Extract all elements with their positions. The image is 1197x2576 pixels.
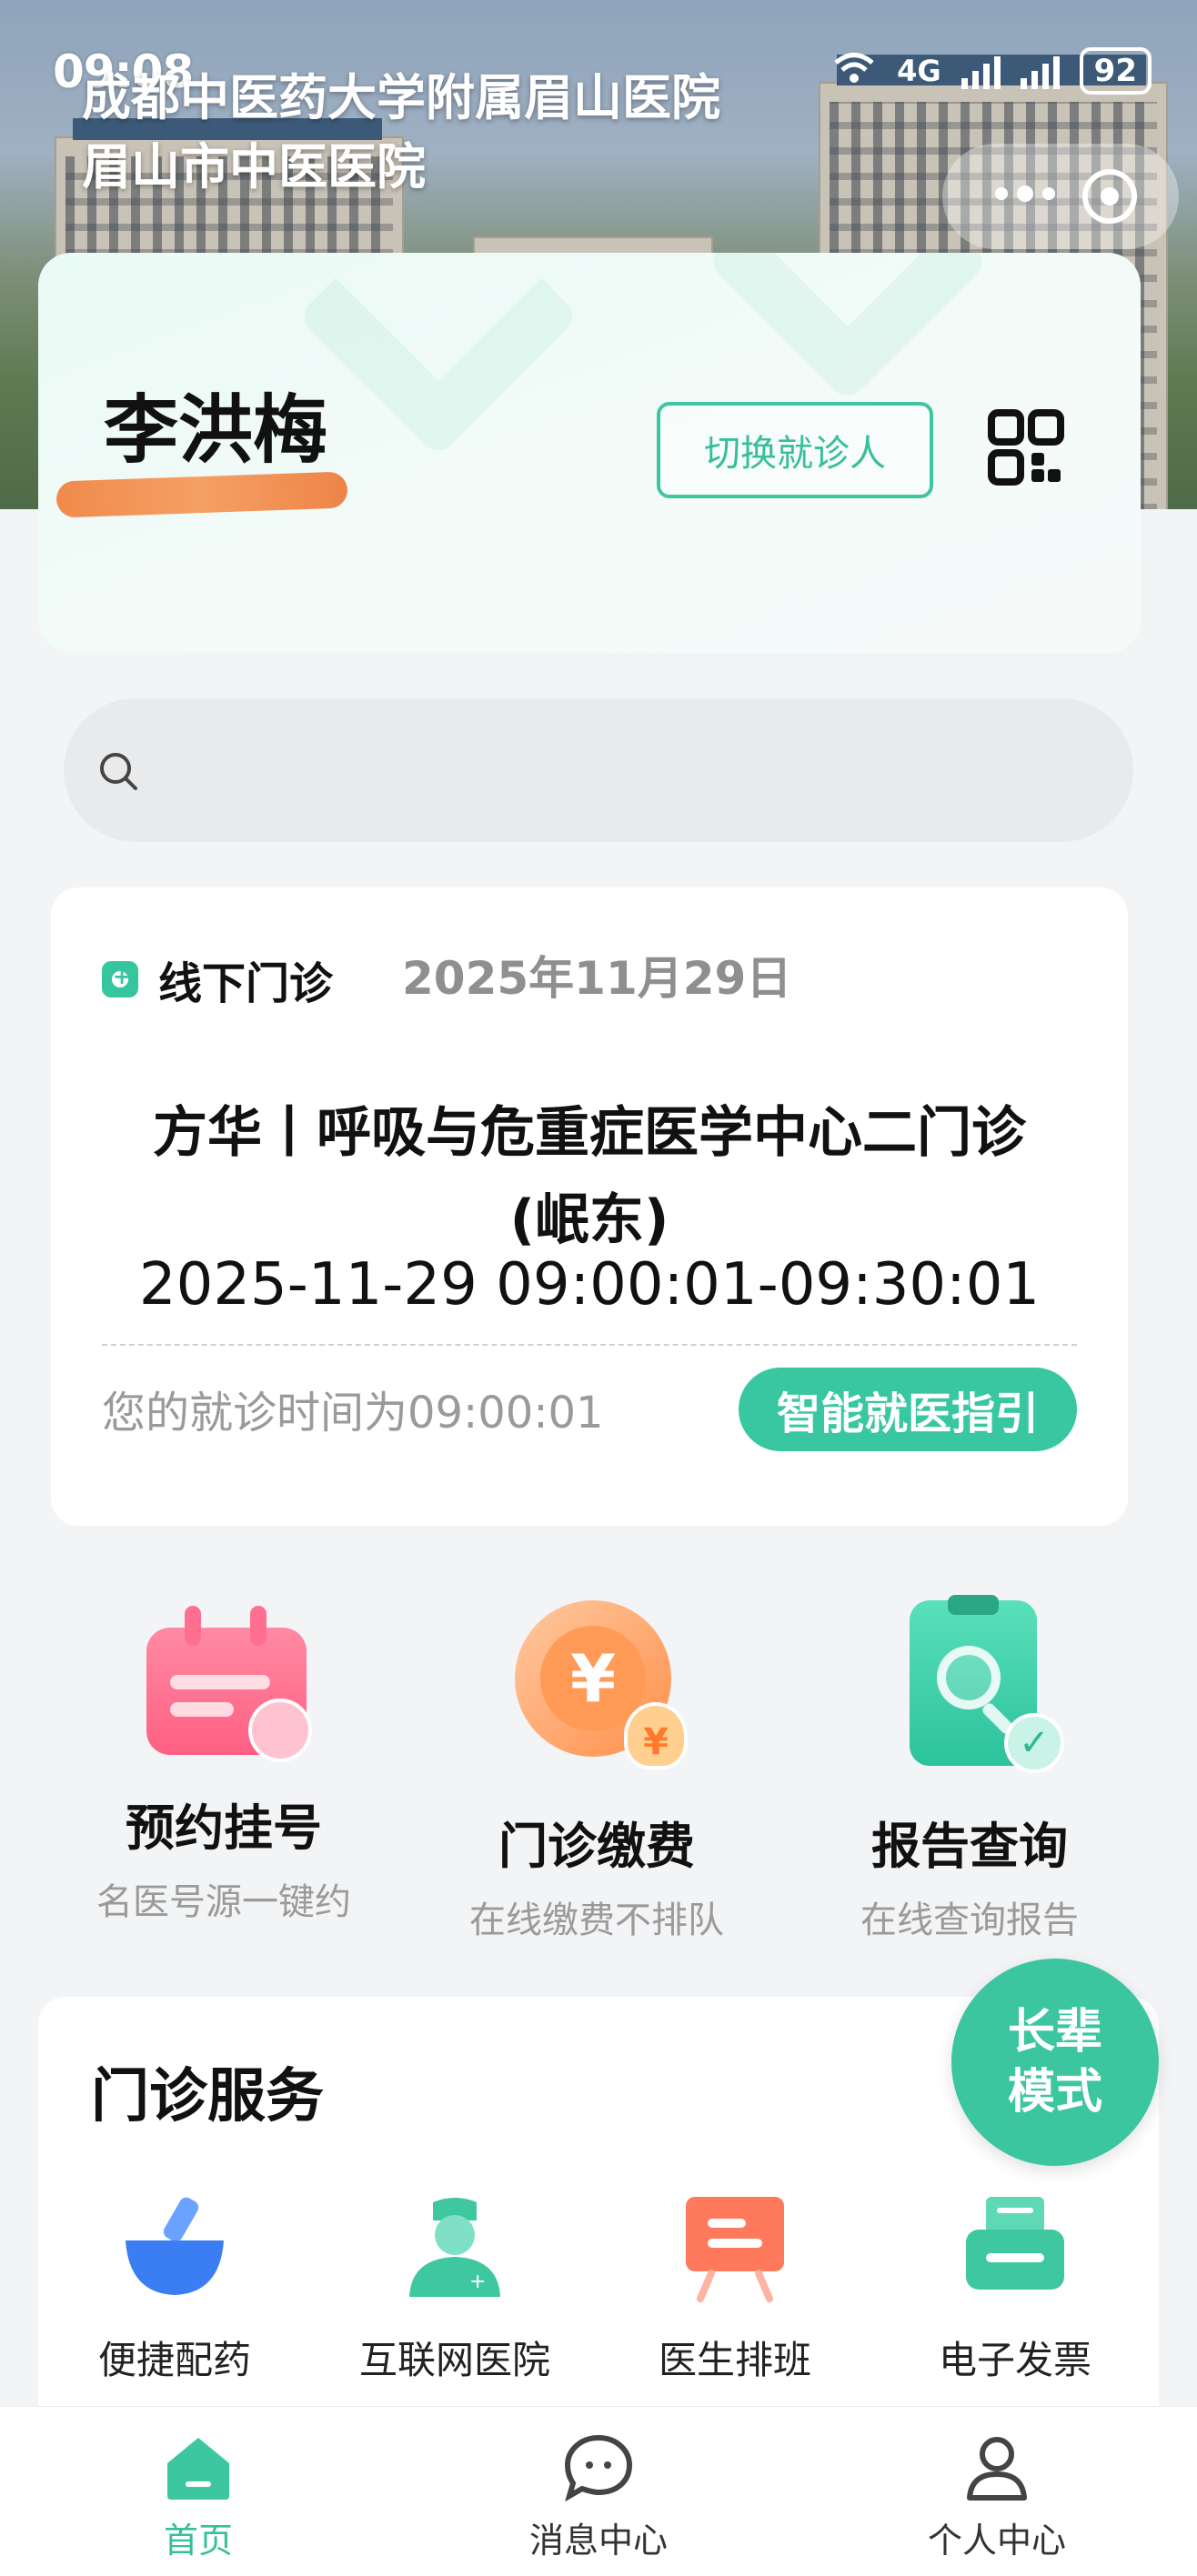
appointment-time-range: 2025-11-29 09:00:01-09:30:01 [138, 1251, 1041, 1318]
visit-time-note: 您的就诊时间为09:00:01 [102, 1388, 604, 1438]
patient-name: 李洪梅 [104, 387, 328, 474]
bottom-tab-bar: 首页 消息中心 个人中心 [0, 2406, 1197, 2576]
main-services: 预约挂号 名医号源一键约 ¥ ¥ 门诊缴费 在线缴费不排队 ✓ 报告查询 在线查询… [0, 1595, 1197, 1941]
service-payment[interactable]: ¥ ¥ 门诊缴费 在线缴费不排队 [415, 1600, 779, 1943]
appointment-date: 2025年11月29日 [402, 952, 792, 1005]
printer-icon [966, 2197, 1064, 2290]
elder-mode-label-1: 长辈 [1007, 2005, 1102, 2060]
hospital-alias: 眉山市中医医院 [82, 138, 426, 195]
service-report[interactable]: ✓ 报告查询 在线查询报告 [788, 1595, 1152, 1943]
search-icon [100, 753, 137, 790]
close-target-icon[interactable] [1082, 169, 1137, 224]
more-icon[interactable] [995, 185, 1055, 202]
service-dispensing[interactable]: 便捷配药 [38, 2193, 311, 2385]
patient-card: 李洪梅 切换就诊人 [38, 253, 1141, 653]
appointment-type: 线下门诊 [158, 958, 334, 1009]
report-search-icon: ✓ [879, 1595, 1064, 1773]
tab-messages[interactable]: 消息中心 [462, 2432, 735, 2562]
service-subtitle: 在线缴费不排队 [469, 1899, 724, 1941]
tab-label: 个人中心 [927, 2521, 1066, 2561]
service-subtitle: 在线查询报告 [860, 1899, 1079, 1941]
service-label: 互联网医院 [358, 2338, 550, 2382]
mortar-icon [126, 2197, 224, 2295]
battery-indicator: 92 [1079, 47, 1152, 95]
search-input[interactable] [64, 698, 1133, 842]
hospital-title: 成都中医药大学附属眉山医院 眉山市中医医院 [82, 64, 720, 202]
tab-label: 消息中心 [528, 2521, 668, 2561]
signal-icon-2 [1020, 53, 1060, 89]
service-internet-hospital[interactable]: + 互联网医院 [318, 2193, 591, 2385]
tab-home[interactable]: 首页 [62, 2432, 335, 2562]
yuan-coin-icon: ¥ ¥ [506, 1600, 688, 1773]
clinic-tag-icon [102, 961, 138, 997]
schedule-board-icon [686, 2197, 784, 2302]
nurse-icon: + [409, 2198, 500, 2297]
signal-icon [961, 53, 1001, 89]
elder-mode-label-2: 模式 [1007, 2065, 1102, 2120]
service-title: 预约挂号 [126, 1799, 322, 1857]
message-icon [564, 2434, 633, 2502]
network-type: 4G [897, 54, 941, 88]
mini-program-capsule [942, 144, 1179, 249]
dashed-divider [102, 1344, 1077, 1346]
department-name: 方华丨呼吸与危重症医学中心二门诊 [153, 1101, 1026, 1165]
user-icon [967, 2437, 1027, 2501]
service-subtitle: 名医号源一键约 [96, 1881, 351, 1923]
qr-code-icon[interactable] [988, 409, 1064, 486]
service-label: 便捷配药 [97, 2338, 251, 2382]
calendar-icon [137, 1600, 312, 1762]
home-icon [167, 2438, 229, 2500]
section-title: 门诊服务 [91, 2063, 324, 2130]
smart-guide-button[interactable]: 智能就医指引 [739, 1368, 1077, 1451]
elder-mode-button[interactable]: 长辈 模式 [951, 1959, 1159, 2166]
appointment-card[interactable]: 线下门诊 2025年11月29日 方华丨呼吸与危重症医学中心二门诊 (岷东) 2… [51, 887, 1128, 1526]
wifi-icon [831, 49, 877, 93]
service-e-invoice[interactable]: 电子发票 [879, 2193, 1152, 2385]
service-title: 门诊缴费 [498, 1818, 695, 1875]
service-appointment[interactable]: 预约挂号 名医号源一键约 [42, 1600, 406, 1925]
service-title: 报告查询 [871, 1818, 1068, 1875]
service-doctor-schedule[interactable]: 医生排班 [598, 2193, 871, 2385]
tab-label: 首页 [163, 2521, 233, 2561]
hospital-name: 成都中医药大学附属眉山医院 [82, 69, 720, 126]
switch-patient-button[interactable]: 切换就诊人 [657, 402, 933, 498]
service-label: 电子发票 [938, 2338, 1091, 2382]
svg-text:+: + [469, 2270, 486, 2293]
appointment-department: 方华丨呼吸与危重症医学中心二门诊 (岷东) [51, 1089, 1128, 1264]
redaction-mark [55, 471, 348, 518]
tab-profile[interactable]: 个人中心 [860, 2432, 1133, 2562]
service-label: 医生排班 [658, 2338, 811, 2382]
